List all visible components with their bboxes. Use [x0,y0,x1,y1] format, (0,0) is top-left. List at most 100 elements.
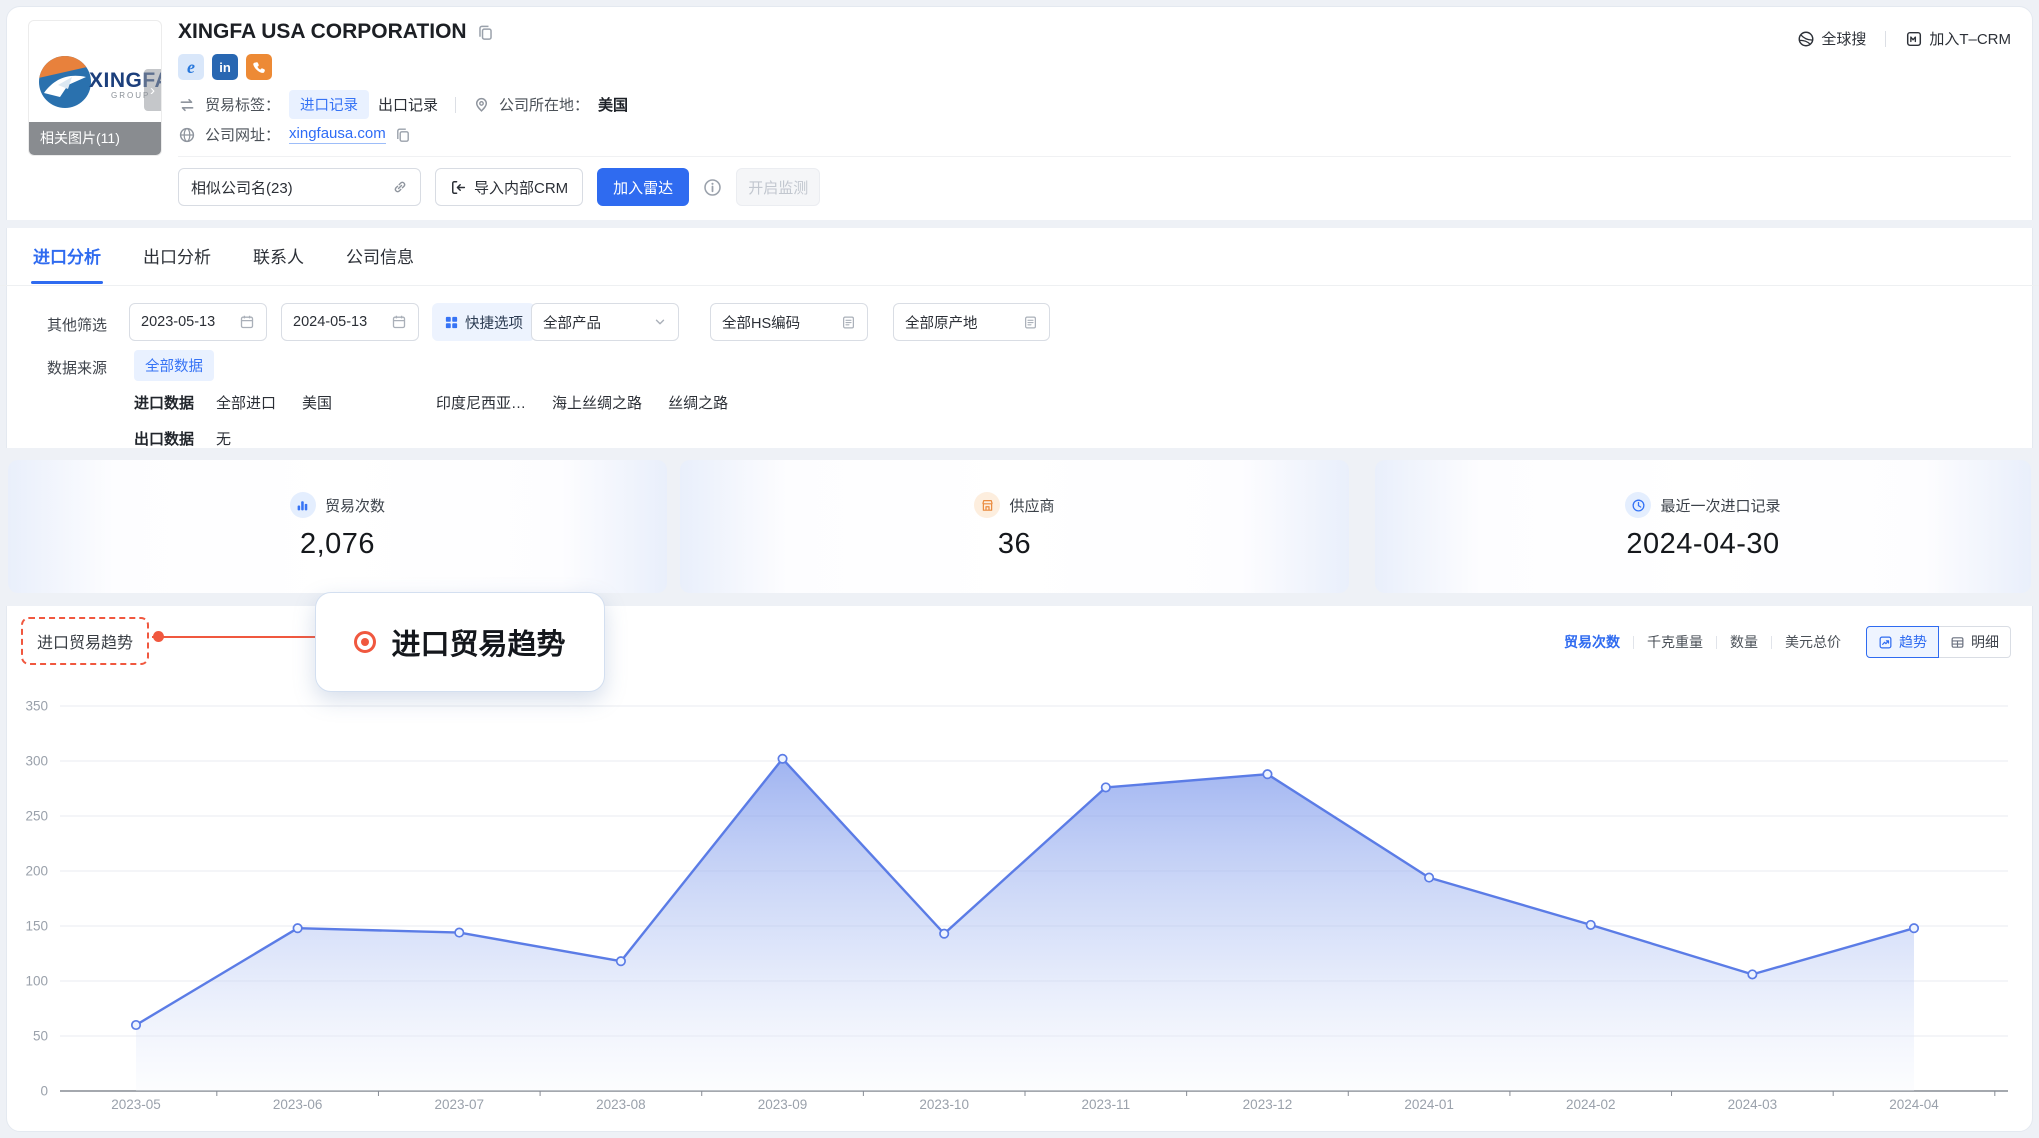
join-tcrm-button[interactable]: 加入T–CRM [1905,28,2011,49]
stat-label: 供应商 [1009,495,1054,516]
enable-monitor-label: 开启监测 [748,177,808,198]
stat-label: 贸易次数 [325,495,385,516]
quick-options-button[interactable]: 快捷选项 [432,303,535,341]
import-record-tag[interactable]: 进口记录 [289,90,369,119]
global-search-button[interactable]: 全球搜 [1797,28,1866,49]
import-source-item[interactable]: 丝绸之路 [668,392,728,413]
import-trend-area-chart[interactable]: 0501001502002503003502023-052023-062023-… [0,690,2039,1138]
import-icon [450,179,467,196]
website-link[interactable]: xingfausa.com [289,125,386,144]
svg-text:2024-03: 2024-03 [1728,1097,1778,1112]
svg-text:350: 350 [25,699,48,714]
svg-text:2023-09: 2023-09 [758,1097,808,1112]
globe-search-icon [1797,30,1815,48]
company-name-text: XINGFA USA CORPORATION [178,20,467,44]
chart-title-callout: 进口贸易趋势 [315,592,605,692]
svg-text:50: 50 [33,1029,48,1044]
import-data-label: 进口数据 [134,392,194,413]
quick-options-label: 快捷选项 [465,312,523,333]
header-top-right: 全球搜 加入T–CRM [1797,28,2011,49]
import-source-item[interactable]: 印度尼西亚… [436,392,526,413]
import-crm-button[interactable]: 导入内部CRM [435,168,583,206]
date-start-value: 2023-05-13 [141,314,215,330]
view-detail-label: 明细 [1971,632,1999,652]
tabs-bottom-border [0,285,2039,286]
tab-contacts[interactable]: 联系人 [253,243,304,284]
info-icon[interactable] [703,178,722,197]
metric-kg-weight[interactable]: 千克重量 [1647,632,1703,652]
svg-text:250: 250 [25,809,48,824]
date-end-value: 2024-05-13 [293,314,367,330]
svg-text:2023-10: 2023-10 [919,1097,969,1112]
copy-icon[interactable] [477,24,494,41]
social-icons-row: e in [178,54,272,80]
link-icon [392,179,408,195]
browser-icon[interactable]: e [178,54,204,80]
linkedin-icon[interactable]: in [212,54,238,80]
tab-company-info[interactable]: 公司信息 [346,243,414,284]
main-tabs: 进口分析 出口分析 联系人 公司信息 [33,243,414,284]
date-start-input[interactable]: 2023-05-13 [129,303,267,341]
import-source-item[interactable]: 全部进口 [216,392,276,413]
global-search-label: 全球搜 [1821,28,1866,49]
trade-tags-row: 贸易标签： 进口记录 出口记录 公司所在地： 美国 [178,90,628,119]
company-logo-card[interactable]: XINGFA GROUP › 相关图片(11) [28,20,162,156]
callout-connector-dot [153,631,164,642]
view-detail-button[interactable]: 明细 [1939,626,2011,658]
svg-text:2023-08: 2023-08 [596,1097,646,1112]
origin-select[interactable]: 全部原产地 [893,303,1050,341]
stat-card-last-import: 最近一次进口记录 2024-04-30 [1375,460,2031,593]
website-label: 公司网址： [205,124,280,145]
import-source-item[interactable]: 美国 [302,392,332,413]
export-data-value: 无 [216,428,231,449]
calendar-icon [239,314,255,330]
enable-monitor-button[interactable]: 开启监测 [736,168,820,206]
copy-icon[interactable] [395,127,411,143]
export-record-tag[interactable]: 出口记录 [378,94,438,115]
svg-text:2024-04: 2024-04 [1889,1097,1939,1112]
svg-text:150: 150 [25,919,48,934]
location-value: 美国 [598,94,628,115]
data-source-label: 数据来源 [47,357,107,378]
date-end-input[interactable]: 2024-05-13 [281,303,419,341]
location-label: 公司所在地： [499,94,589,115]
metric-quantity[interactable]: 数量 [1730,632,1758,652]
location-pin-icon [473,96,490,113]
product-select[interactable]: 全部产品 [531,303,679,341]
add-radar-label: 加入雷达 [613,177,673,198]
all-data-tag[interactable]: 全部数据 [134,350,214,381]
stat-value: 2,076 [300,528,375,561]
svg-text:100: 100 [25,974,48,989]
add-radar-button[interactable]: 加入雷达 [597,168,689,206]
trend-chart-icon [1878,635,1893,650]
export-data-label: 出口数据 [134,428,194,449]
tab-import-analysis[interactable]: 进口分析 [33,243,101,284]
stat-card-suppliers: 供应商 36 [680,460,1349,593]
hs-code-value: 全部HS编码 [722,312,800,333]
section-gap [0,220,2039,228]
phone-icon[interactable] [246,54,272,80]
chart-title-highlight: 进口贸易趋势 [21,617,149,665]
table-icon [1950,635,1965,650]
metric-usd-total[interactable]: 美元总价 [1785,632,1841,652]
store-icon [974,492,1000,518]
view-trend-button[interactable]: 趋势 [1866,626,1939,658]
import-source-item[interactable]: 海上丝绸之路 [552,392,642,413]
divider [1633,636,1634,649]
product-select-value: 全部产品 [543,312,601,333]
tab-export-analysis[interactable]: 出口分析 [143,243,211,284]
stat-value: 2024-04-30 [1626,528,1779,561]
similar-companies-button[interactable]: 相似公司名(23) [178,168,421,206]
logo-next-chevron-icon[interactable]: › [144,69,161,111]
related-images-label[interactable]: 相关图片(11) [29,122,161,155]
header-divider [178,156,2011,157]
import-crm-label: 导入内部CRM [474,177,568,198]
svg-text:2024-01: 2024-01 [1404,1097,1454,1112]
svg-text:2023-05: 2023-05 [111,1097,161,1112]
origin-value: 全部原产地 [905,312,978,333]
calendar-icon [391,314,407,330]
view-trend-label: 趋势 [1899,632,1927,652]
hs-code-select[interactable]: 全部HS编码 [710,303,868,341]
svg-text:0: 0 [40,1084,48,1099]
metric-trade-count[interactable]: 贸易次数 [1564,632,1620,652]
